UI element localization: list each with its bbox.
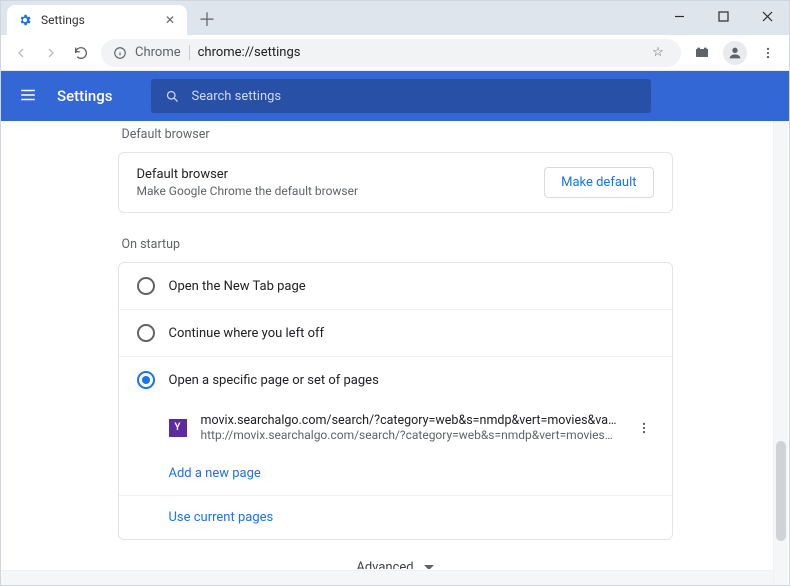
page-more-icon[interactable] xyxy=(634,418,654,438)
settings-search-input[interactable] xyxy=(192,89,637,104)
settings-title: Settings xyxy=(57,87,113,105)
tab-strip: Settings ✕ ＋ xyxy=(1,1,789,35)
default-browser-card: Default browser Make Google Chrome the d… xyxy=(118,152,673,213)
default-browser-sub: Make Google Chrome the default browser xyxy=(137,184,531,198)
search-icon xyxy=(165,89,180,104)
page-favicon-icon: Y xyxy=(169,419,187,437)
profile-avatar-icon[interactable] xyxy=(723,41,747,65)
startup-page-row: Y movix.searchalgo.com/search/?category=… xyxy=(119,403,672,452)
settings-header: Settings xyxy=(1,71,789,121)
radio-icon[interactable] xyxy=(137,324,155,342)
section-title-default-browser: Default browser xyxy=(122,127,673,142)
back-button[interactable] xyxy=(11,43,31,63)
url-scheme: Chrome xyxy=(135,45,190,60)
startup-page-title: movix.searchalgo.com/search/?category=we… xyxy=(201,413,620,428)
add-new-page-link[interactable]: Add a new page xyxy=(119,452,672,495)
startup-option-continue[interactable]: Continue where you left off xyxy=(119,309,672,356)
advanced-toggle[interactable]: Advanced xyxy=(118,540,673,569)
site-info-icon[interactable] xyxy=(113,46,127,60)
radio-icon[interactable] xyxy=(137,371,155,389)
startup-option-specific[interactable]: Open a specific page or set of pages xyxy=(119,356,672,403)
window-close-button[interactable] xyxy=(745,1,789,31)
browser-toolbar: Chrome chrome://settings ☆ xyxy=(1,35,789,71)
startup-option-newtab[interactable]: Open the New Tab page xyxy=(119,263,672,309)
extension-icon[interactable] xyxy=(691,42,713,64)
tab-close-icon[interactable]: ✕ xyxy=(163,13,177,27)
startup-page-url: http://movix.searchalgo.com/search/?cate… xyxy=(201,428,620,442)
default-browser-label: Default browser xyxy=(137,167,531,182)
make-default-button[interactable]: Make default xyxy=(544,167,653,198)
browser-menu-icon[interactable] xyxy=(757,42,779,64)
hamburger-menu-icon[interactable] xyxy=(19,86,39,106)
url-text: chrome://settings xyxy=(198,45,301,60)
settings-gear-icon xyxy=(17,12,33,28)
tab-settings[interactable]: Settings ✕ xyxy=(7,5,187,35)
window-maximize-button[interactable] xyxy=(701,1,745,31)
tab-title: Settings xyxy=(41,13,155,27)
vertical-scrollbar[interactable] xyxy=(773,121,788,585)
horizontal-scrollbar[interactable] xyxy=(1,570,773,585)
forward-button[interactable] xyxy=(41,43,61,63)
startup-card: Open the New Tab page Continue where you… xyxy=(118,262,673,540)
scroll-thumb[interactable] xyxy=(776,441,786,541)
reload-button[interactable] xyxy=(71,43,91,63)
window-minimize-button[interactable] xyxy=(657,1,701,31)
address-bar[interactable]: Chrome chrome://settings ☆ xyxy=(101,39,681,67)
use-current-pages-link[interactable]: Use current pages xyxy=(119,495,672,539)
section-title-on-startup: On startup xyxy=(122,237,673,252)
new-tab-button[interactable]: ＋ xyxy=(193,5,221,33)
chevron-down-icon xyxy=(424,565,434,569)
radio-icon[interactable] xyxy=(137,277,155,295)
bookmark-star-icon[interactable]: ☆ xyxy=(647,42,669,64)
settings-search[interactable] xyxy=(151,79,651,113)
